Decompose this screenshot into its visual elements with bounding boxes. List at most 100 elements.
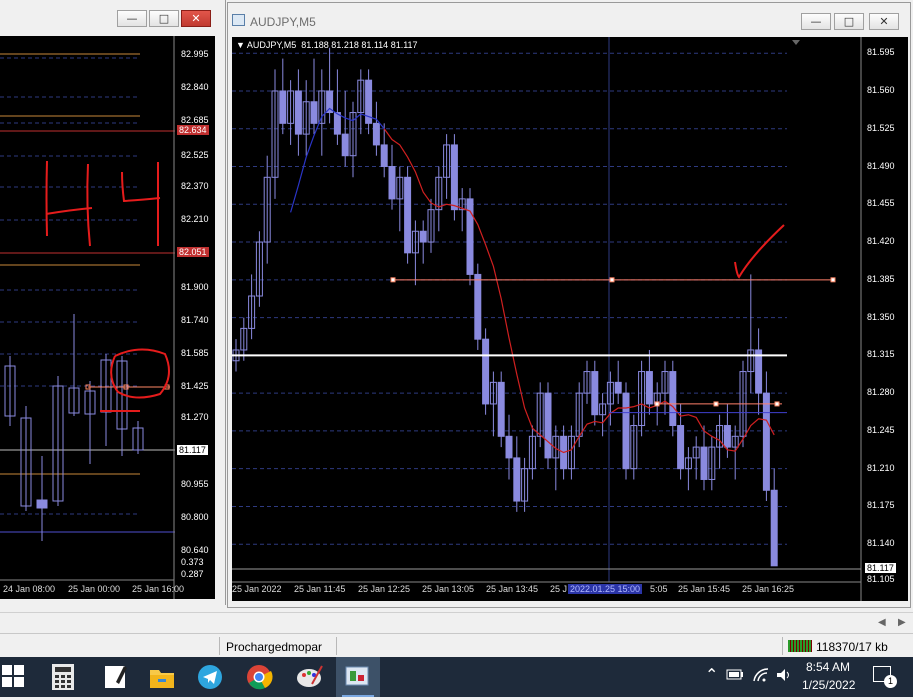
time-label: 5:05 (650, 584, 668, 594)
horizontal-scrollbar[interactable]: ◀ ▶ (0, 612, 913, 633)
profile-name: Prochargedmopar (226, 640, 323, 654)
price-label: 81.455 (867, 198, 895, 209)
chart-header: ▼ AUDJPY,M5 81.188 81.218 81.114 81.117 (236, 40, 418, 50)
status-separator (336, 637, 337, 655)
candle (645, 371, 653, 405)
battery-icon[interactable] (726, 667, 744, 685)
time-label: 24 Jan 08:00 (3, 584, 56, 594)
collapse-triangle-icon[interactable]: ▼ (236, 40, 247, 50)
price-label: 82.370 (181, 181, 209, 191)
chrome-icon[interactable] (245, 662, 275, 692)
price-label: 82.210 (181, 214, 209, 224)
price-label: 81.740 (181, 315, 209, 325)
price-label: 81.490 (867, 160, 895, 171)
candle (497, 381, 505, 437)
notepad-icon[interactable] (102, 662, 132, 692)
candle (482, 338, 490, 405)
notification-count: 1 (884, 675, 897, 688)
price-axis: 81.595 81.560 81.525 81.490 81.455 81.420 81.3… (861, 37, 908, 585)
time-label: 25 Jan 15:45 (678, 584, 731, 594)
right-window-titlebar[interactable]: AUDJPY,M5 — □ ✕ (228, 3, 910, 39)
calculator-icon[interactable] (50, 662, 80, 692)
crosshair-time-label: 2022.01.25 15:00 (568, 584, 643, 594)
candle (505, 435, 513, 459)
candle (762, 392, 770, 491)
candle (513, 457, 521, 502)
time-label: 25 Jan 2022 (232, 584, 282, 594)
time-axis: 25 Jan 2022 25 Jan 11:45 25 Jan 12:25 25 Ja… (232, 583, 860, 599)
trendline-handle (774, 401, 780, 407)
scroll-right-icon[interactable]: ▶ (898, 617, 906, 628)
window-title: AUDJPY,M5 (250, 15, 316, 29)
maximize-button[interactable]: □ (149, 10, 179, 27)
clock-date[interactable]: 1/25/2022 (802, 678, 855, 692)
price-label: 81.560 (867, 84, 895, 95)
wifi-icon[interactable] (752, 667, 770, 687)
status-bar: Prochargedmopar 118370/17 kb (0, 633, 913, 658)
file-explorer-icon[interactable] (148, 662, 178, 692)
candle (341, 133, 349, 157)
price-label: 81.210 (867, 462, 895, 473)
telegram-icon[interactable] (196, 662, 226, 692)
candle (388, 166, 396, 200)
volume-icon[interactable] (775, 667, 793, 687)
minimize-button[interactable]: — (117, 10, 147, 27)
right-chart-window: AUDJPY,M5 — □ ✕ ▼ AUDJPY,M5 81.188 81.21… (227, 2, 911, 608)
price-label: 82.525 (181, 150, 209, 160)
candle (700, 446, 708, 480)
clock-time[interactable]: 8:54 AM (806, 660, 850, 674)
paint-icon[interactable] (294, 662, 324, 692)
price-label: 81.105 (867, 574, 895, 585)
candle (723, 425, 731, 448)
taskbar: ⌃ 8:54 AM 1/25/2022 1 (0, 657, 913, 697)
time-label: 25 J (550, 584, 568, 594)
trendline-handle (713, 401, 719, 407)
windows-start-icon[interactable] (2, 665, 24, 687)
chart-window-icon (232, 14, 245, 26)
status-separator (219, 637, 220, 655)
price-label: 81.140 (867, 538, 895, 549)
minimize-button[interactable]: — (801, 13, 831, 30)
candle (419, 230, 427, 243)
time-label: 25 Jan 16:00 (132, 584, 185, 594)
candle (310, 101, 318, 124)
time-label: 25 Jan 13:45 (486, 584, 539, 594)
chevron-up-icon[interactable]: ⌃ (705, 665, 718, 684)
price-label: 80.800 (181, 512, 209, 522)
candle (591, 371, 599, 416)
handwritten-h4-annotation (45, 160, 170, 412)
price-label: 81.900 (181, 282, 209, 292)
traffic-info: 118370/17 kb (816, 640, 888, 654)
left-price-axis: 82.995 82.840 82.685 82.525 82.370 82.21… (177, 36, 215, 581)
time-label: 25 Jan 13:05 (422, 584, 475, 594)
candle (622, 392, 630, 470)
price-label: 81.385 (867, 273, 895, 284)
metatrader-taskbar-button[interactable] (336, 657, 380, 697)
price-label: 81.245 (867, 424, 895, 435)
trendline-handle (830, 277, 836, 283)
maximize-button[interactable]: □ (834, 13, 864, 30)
left-chart-area[interactable]: 82.634 82.051 81.117 82.995 82.840 82.68… (0, 36, 215, 599)
left-window-titlebar[interactable]: — □ ✕ (0, 0, 225, 36)
candle (770, 489, 778, 567)
price-label: 81.270 (181, 412, 209, 422)
price-label: 0.373 (181, 557, 204, 567)
right-chart-area[interactable]: ▼ AUDJPY,M5 81.188 81.218 81.114 81.117 … (232, 37, 908, 601)
scroll-left-icon[interactable]: ◀ (878, 617, 886, 628)
close-button[interactable]: ✕ (869, 13, 899, 30)
trendline-handle (609, 277, 615, 283)
candle (333, 112, 341, 135)
symbol-ohlc: AUDJPY,M5 81.188 81.218 81.114 81.117 (246, 40, 418, 50)
price-label: 82.685 (181, 115, 209, 125)
candle (614, 381, 622, 394)
candle (677, 425, 685, 470)
candle (404, 176, 412, 254)
candle (450, 144, 458, 211)
candle (544, 392, 552, 459)
price-label: 82.840 (181, 82, 209, 92)
close-button[interactable]: ✕ (181, 10, 211, 27)
candle (474, 273, 482, 340)
time-label: 25 Jan 11:45 (294, 584, 346, 594)
left-time-axis: 24 Jan 08:00 25 Jan 00:00 25 Jan 16:00 (0, 584, 184, 598)
price-label: 81.117 (865, 563, 896, 574)
